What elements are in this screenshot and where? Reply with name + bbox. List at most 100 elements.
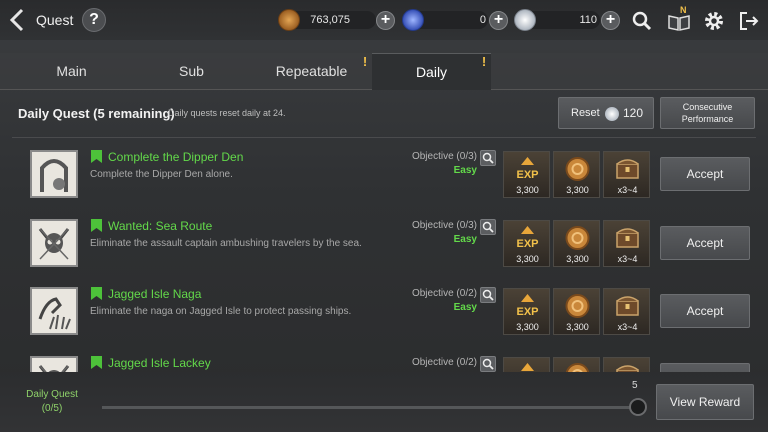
crystal-amount: 110 xyxy=(579,14,597,26)
quest-difficulty: Easy xyxy=(453,165,477,176)
svg-text:EXP: EXP xyxy=(516,306,538,318)
reward-slot[interactable]: EXP 3,300 xyxy=(503,219,550,267)
blue-gem-icon xyxy=(402,9,424,31)
settings-gear-icon[interactable] xyxy=(702,9,726,33)
tab-main-label: Main xyxy=(56,63,87,79)
gold-coin-icon xyxy=(278,9,300,31)
quest-objective: Objective (0/2) xyxy=(411,356,477,368)
daily-quest-badge-icon xyxy=(90,286,103,301)
footer-bar: Daily Quest (0/5) 5 View Reward xyxy=(0,372,768,432)
daily-quest-progress-label: Daily Quest (0/5) xyxy=(14,388,90,416)
svg-text:EXP: EXP xyxy=(516,238,538,250)
reward-slot[interactable]: EXP 3,300 xyxy=(503,151,550,198)
add-gold-button[interactable]: + xyxy=(376,11,395,30)
daily-quest-badge-icon xyxy=(90,218,103,233)
search-icon[interactable] xyxy=(480,150,496,166)
quest-tabs: Main Sub Repeatable ! Daily ! xyxy=(0,53,768,90)
exit-icon[interactable] xyxy=(737,9,761,33)
daily-quest-progress-count: (0/5) xyxy=(41,403,63,414)
top-bar: Quest ? 763,075 + 0 + 110 + N xyxy=(0,0,768,40)
white-crystal-icon xyxy=(514,9,536,31)
reward-amount: 3,300 xyxy=(516,322,539,332)
horned-skull-portrait-icon xyxy=(30,355,78,372)
help-button[interactable]: ? xyxy=(82,8,106,32)
add-gem-button[interactable]: + xyxy=(489,11,508,30)
reward-slot[interactable]: 3,300 xyxy=(553,219,600,267)
search-icon[interactable] xyxy=(480,218,496,235)
reward-slot[interactable]: EXP xyxy=(503,356,550,372)
hand-grass-portrait-icon xyxy=(30,287,78,335)
daily-alert-icon: ! xyxy=(481,54,487,69)
quest-description: Eliminate the naga on Jagged Isle to pro… xyxy=(90,306,352,317)
quest-objective: Objective (0/3) xyxy=(411,219,477,231)
performance-label: Performance xyxy=(681,114,734,124)
quest-row[interactable]: Jagged Isle LackeyObjective (0/2)EasyEXP… xyxy=(0,349,768,372)
consecutive-performance-button[interactable]: Consecutive Performance xyxy=(660,97,755,129)
reward-slot[interactable]: 3,300 xyxy=(553,151,600,198)
reward-slot[interactable]: EXP 3,300 xyxy=(503,288,550,335)
white-crystal-icon xyxy=(605,107,619,121)
tab-repeatable-label: Repeatable xyxy=(275,63,348,79)
gem-amount: 0 xyxy=(479,14,486,26)
tab-daily[interactable]: Daily xyxy=(372,53,491,90)
divider xyxy=(12,137,756,138)
search-icon[interactable] xyxy=(630,9,654,33)
reward-amount: 3,300 xyxy=(566,253,589,264)
currency-gem: 0 + xyxy=(402,9,508,31)
reward-amount: 3,300 xyxy=(566,185,589,195)
view-reward-button[interactable]: View Reward xyxy=(656,384,754,420)
reward-slot[interactable]: 3,300 xyxy=(553,288,600,335)
reward-slot[interactable] xyxy=(553,356,600,372)
reward-amount: 3,300 xyxy=(516,253,539,264)
tab-daily-label: Daily xyxy=(415,64,448,80)
quest-name: Wanted: Sea Route xyxy=(108,218,213,233)
archway-portrait-icon xyxy=(30,150,78,198)
search-icon[interactable] xyxy=(480,287,496,303)
currency-gold: 763,075 + xyxy=(278,9,398,31)
quest-row[interactable]: Jagged Isle Naga Eliminate the naga on Ja… xyxy=(0,280,768,348)
daily-quest-badge-icon xyxy=(90,355,103,370)
horned-skull-portrait-icon xyxy=(30,218,78,267)
reset-button[interactable]: Reset 120 xyxy=(558,97,654,129)
quest-list[interactable]: Complete the Dipper Den Complete the Dipp… xyxy=(0,140,768,372)
reward-slot[interactable] xyxy=(603,356,650,372)
codex-new-badge: N xyxy=(680,5,687,15)
progress-reward-marker[interactable] xyxy=(629,398,647,416)
daily-quest-progress-title: Daily Quest xyxy=(26,389,78,400)
reward-amount: x3~4 xyxy=(617,253,638,264)
codex-book-icon[interactable]: N xyxy=(666,5,692,33)
accept-button[interactable]: Accept xyxy=(660,362,750,372)
add-crystal-button[interactable]: + xyxy=(601,11,620,30)
back-arrow-icon[interactable] xyxy=(6,6,28,34)
progress-track xyxy=(102,406,638,409)
reward-slot[interactable]: x3~4 xyxy=(603,288,650,335)
quest-difficulty: Easy xyxy=(453,302,477,313)
quest-row[interactable]: Wanted: Sea Route Eliminate the assault c… xyxy=(0,212,768,280)
quest-objective: Objective (0/2) xyxy=(411,288,477,299)
quest-description: Eliminate the assault captain ambushing … xyxy=(90,237,362,249)
consecutive-label: Consecutive xyxy=(682,102,733,112)
daily-reset-note: Daily quests reset daily at 24. xyxy=(168,108,286,118)
accept-button[interactable]: Accept xyxy=(660,225,750,260)
daily-quest-heading: Daily Quest (5 remaining) xyxy=(18,106,175,121)
reward-amount: 3,300 xyxy=(516,185,539,195)
page-title: Quest xyxy=(36,12,74,28)
daily-quest-badge-icon xyxy=(90,149,103,164)
quest-row[interactable]: Complete the Dipper Den Complete the Dipp… xyxy=(0,143,768,211)
quest-name: Jagged Isle Lackey xyxy=(108,355,211,370)
reward-amount: x3~4 xyxy=(617,185,638,195)
accept-button[interactable]: Accept xyxy=(660,294,750,328)
gold-amount: 763,075 xyxy=(310,14,350,26)
quest-difficulty: Easy xyxy=(453,233,477,245)
reward-slot[interactable]: x3~4 xyxy=(603,219,650,267)
accept-button[interactable]: Accept xyxy=(660,157,750,191)
repeatable-alert-icon: ! xyxy=(362,54,368,69)
quest-description: Complete the Dipper Den alone. xyxy=(90,169,233,180)
reward-amount: x3~4 xyxy=(617,322,638,332)
reset-cost: 120 xyxy=(623,106,644,120)
quest-objective: Objective (0/3) xyxy=(411,151,477,162)
search-icon[interactable] xyxy=(480,355,496,372)
reward-slot[interactable]: x3~4 xyxy=(603,151,650,198)
svg-text:EXP: EXP xyxy=(516,169,538,181)
reset-label: Reset xyxy=(571,107,600,119)
